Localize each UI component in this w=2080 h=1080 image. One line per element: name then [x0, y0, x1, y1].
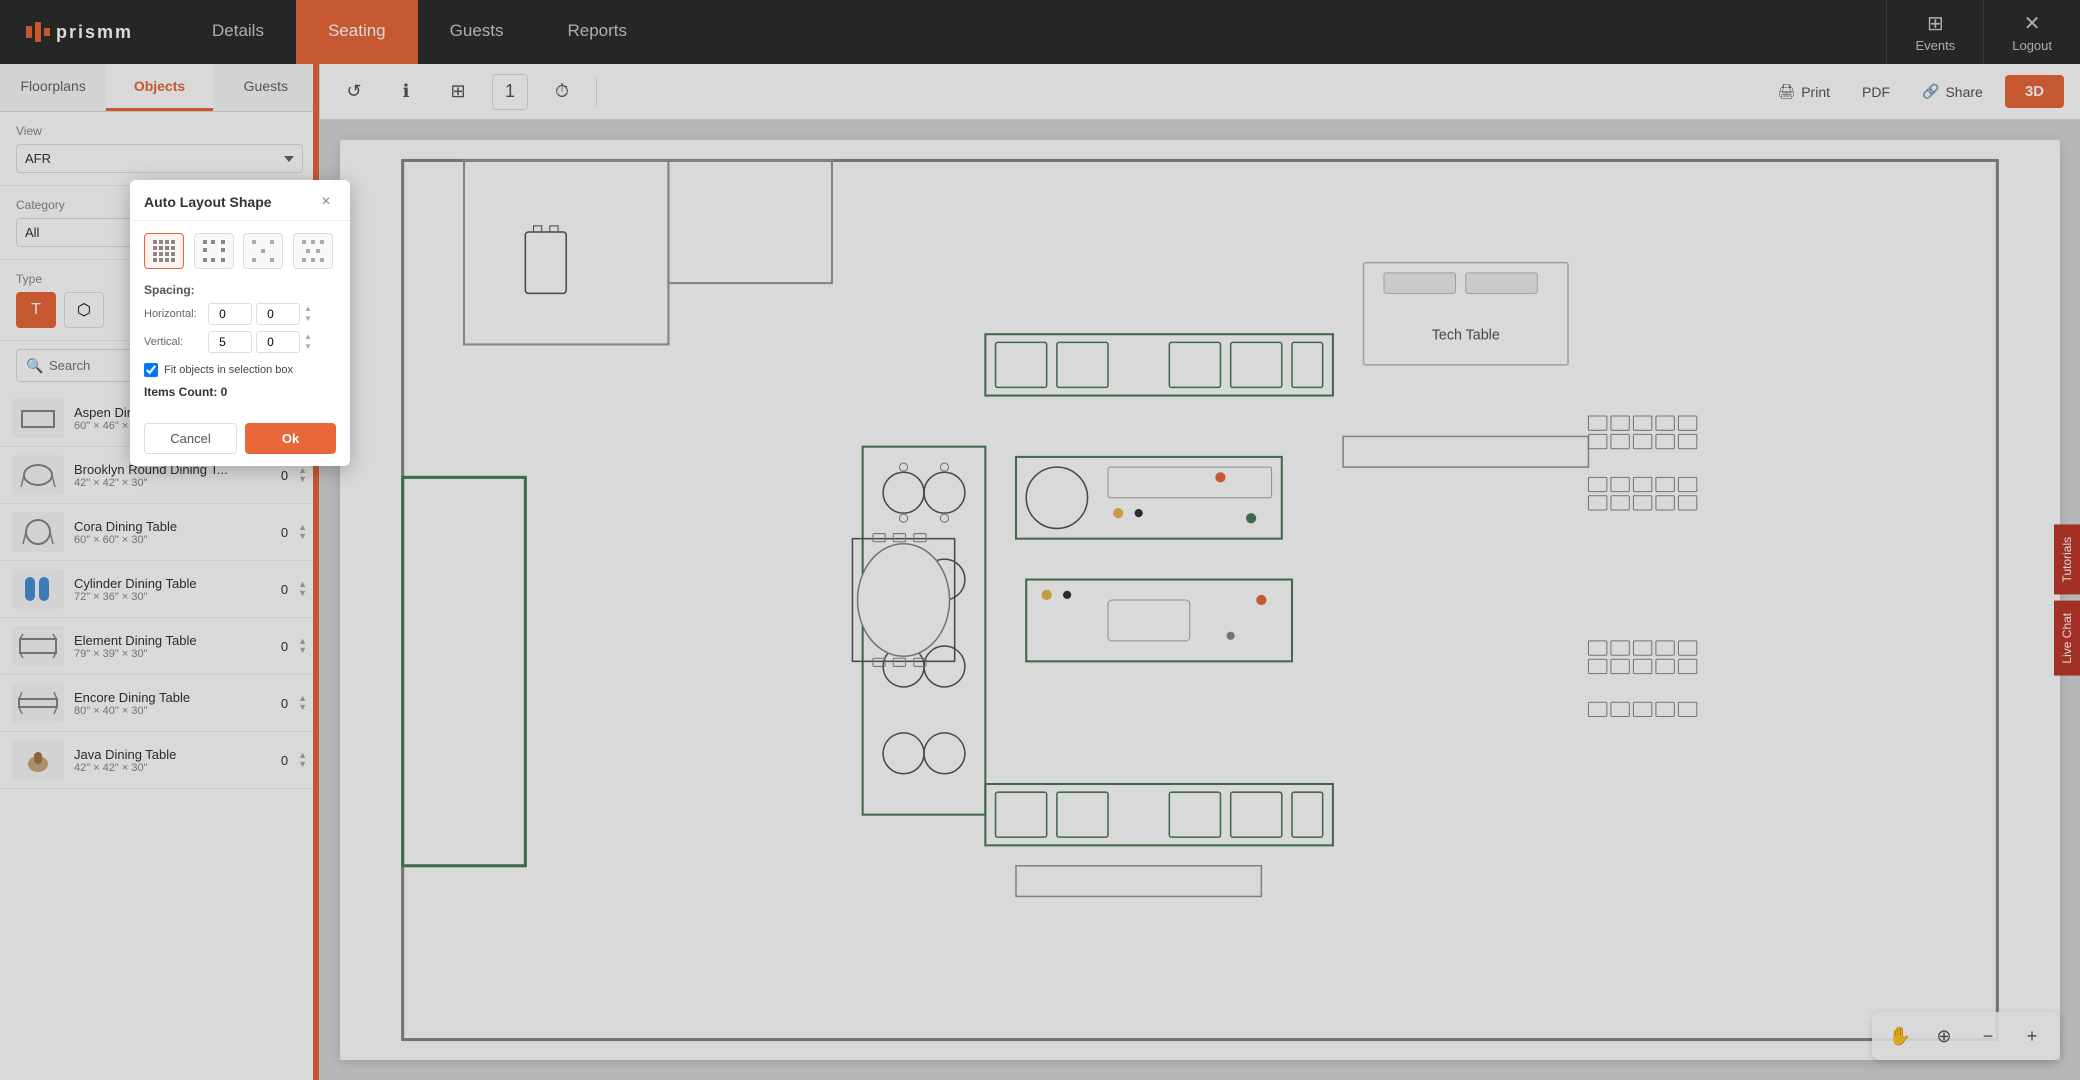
- vertical-input-2[interactable]: [256, 331, 300, 353]
- close-icon: ×: [321, 193, 330, 211]
- h-arrow-up[interactable]: ▲: [304, 304, 312, 314]
- horizontal-spacing-row: Horizontal: ▲ ▼: [144, 303, 336, 325]
- fit-label: Fit objects in selection box: [164, 364, 293, 376]
- spacing-label: Spacing:: [144, 283, 336, 297]
- pattern-dense-button[interactable]: [144, 233, 184, 269]
- fit-row: Fit objects in selection box: [144, 363, 336, 377]
- vertical-label: Vertical:: [144, 336, 204, 348]
- horizontal-input-2[interactable]: [256, 303, 300, 325]
- pattern-grid: [144, 233, 336, 269]
- v-arrow-down[interactable]: ▼: [304, 342, 312, 352]
- horizontal-arrows: ▲ ▼: [304, 304, 312, 323]
- pattern-medium-button[interactable]: [194, 233, 234, 269]
- horizontal-input-1[interactable]: [208, 303, 252, 325]
- modal-header: Auto Layout Shape ×: [130, 180, 350, 221]
- v-arrow-up[interactable]: ▲: [304, 332, 312, 342]
- h-arrow-down[interactable]: ▼: [304, 314, 312, 324]
- modal-overlay[interactable]: Auto Layout Shape ×: [0, 0, 2080, 1080]
- items-count: Items Count: 0: [144, 385, 336, 399]
- cancel-button[interactable]: Cancel: [144, 423, 237, 454]
- auto-layout-modal: Auto Layout Shape ×: [130, 180, 350, 466]
- vertical-spacing-row: Vertical: ▲ ▼: [144, 331, 336, 353]
- pattern-diagonal-button[interactable]: [293, 233, 333, 269]
- modal-close-button[interactable]: ×: [316, 192, 336, 212]
- vertical-arrows: ▲ ▼: [304, 332, 312, 351]
- modal-footer: Cancel Ok: [130, 423, 350, 466]
- horizontal-label: Horizontal:: [144, 308, 204, 320]
- vertical-input-1[interactable]: [208, 331, 252, 353]
- modal-body: Spacing: Horizontal: ▲ ▼ Vertical: ▲: [130, 221, 350, 423]
- fit-checkbox[interactable]: [144, 363, 158, 377]
- ok-button[interactable]: Ok: [245, 423, 336, 454]
- pattern-sparse-button[interactable]: [243, 233, 283, 269]
- spacing-section: Spacing: Horizontal: ▲ ▼ Vertical: ▲: [144, 283, 336, 353]
- modal-title: Auto Layout Shape: [144, 194, 272, 210]
